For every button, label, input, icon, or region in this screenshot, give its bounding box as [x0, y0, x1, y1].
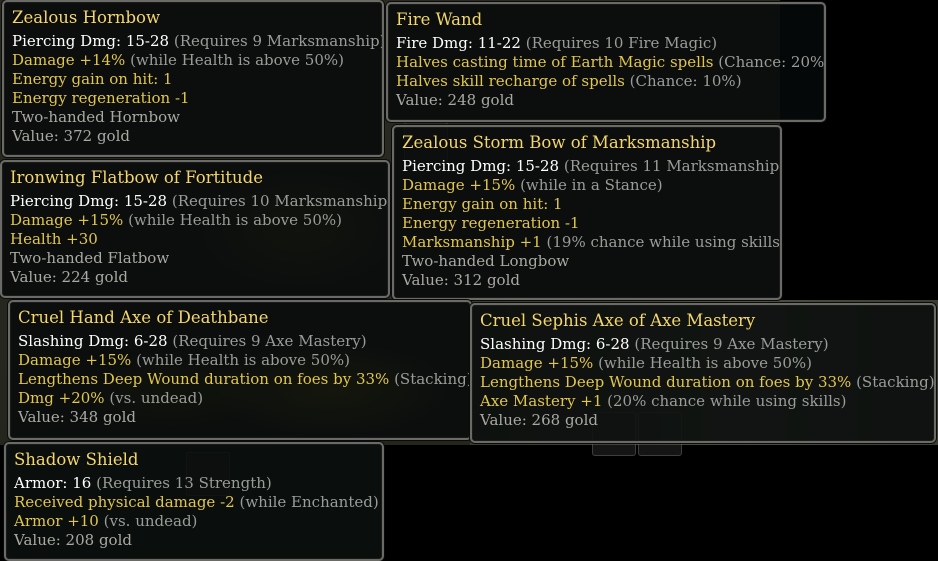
item-requirement: (Requires 9 Axe Mastery) — [634, 335, 829, 353]
item-modifier: Energy gain on hit: 1 — [12, 70, 173, 88]
item-tooltip: Cruel Hand Axe of Deathbane Slashing Dmg… — [8, 300, 472, 440]
item-name: Cruel Sephis Axe of Axe Mastery — [480, 311, 756, 330]
item-modifier: Energy gain on hit: 1 — [402, 195, 563, 213]
item-value: Value: 312 gold — [402, 271, 520, 289]
item-tooltip: Cruel Sephis Axe of Axe Mastery Slashing… — [470, 303, 936, 443]
item-base-stat: Piercing Dmg: 15-28 — [12, 32, 170, 50]
item-requirement: (Requires 9 Marksmanship) — [173, 32, 384, 50]
item-modifier: Damage +15% — [480, 354, 594, 372]
item-base-stat: Fire Dmg: 11-22 — [396, 34, 521, 52]
item-type: Two-handed Hornbow — [12, 108, 180, 126]
item-condition: (while Health is above 50%) — [128, 211, 342, 229]
item-modifier: Lengthens Deep Wound duration on foes by… — [480, 373, 852, 391]
item-tooltip: Ironwing Flatbow of Fortitude Piercing D… — [0, 160, 390, 298]
item-tooltip: Fire Wand Fire Dmg: 11-22 (Requires 10 F… — [386, 2, 826, 122]
item-condition: (while in a Stance) — [520, 176, 663, 194]
item-modifier: Dmg +20% — [18, 389, 105, 407]
item-modifier: Halves skill recharge of spells — [396, 72, 625, 90]
item-base-stat: Piercing Dmg: 15-28 — [10, 192, 168, 210]
item-modifier: Marksmanship +1 — [402, 233, 542, 251]
item-condition: (Chance: 20%) — [718, 53, 826, 71]
item-condition: (Stacking) — [394, 370, 472, 388]
item-requirement: (Requires 9 Axe Mastery) — [172, 332, 367, 350]
item-value: Value: 248 gold — [396, 91, 514, 109]
item-modifier: Halves casting time of Earth Magic spell… — [396, 53, 714, 71]
item-condition: (Stacking) — [856, 373, 935, 391]
item-modifier: Energy regeneration -1 — [402, 214, 580, 232]
item-condition: (vs. undead) — [109, 389, 204, 407]
item-modifier: Axe Mastery +1 — [480, 392, 603, 410]
item-name: Ironwing Flatbow of Fortitude — [10, 168, 264, 187]
item-base-stat: Slashing Dmg: 6-28 — [480, 335, 630, 353]
item-condition: (while Health is above 50%) — [136, 351, 350, 369]
item-type: Two-handed Flatbow — [10, 249, 170, 267]
background-void — [382, 445, 938, 561]
item-base-stat: Piercing Dmg: 15-28 — [402, 157, 560, 175]
item-modifier: Damage +14% — [12, 51, 126, 69]
item-modifier: Damage +15% — [402, 176, 516, 194]
item-requirement: (Requires 11 Marksmanship) — [563, 157, 782, 175]
item-condition: (Chance: 10%) — [629, 72, 742, 90]
item-modifier: Received physical damage -2 — [14, 493, 235, 511]
item-modifier: Damage +15% — [10, 211, 124, 229]
item-modifier: Energy regeneration -1 — [12, 89, 190, 107]
item-condition: (19% chance while using skills) — [546, 233, 782, 251]
item-condition: (while Health is above 50%) — [130, 51, 344, 69]
item-name: Fire Wand — [396, 10, 483, 29]
item-requirement: (Requires 10 Marksmanship) — [171, 192, 390, 210]
item-base-stat: Slashing Dmg: 6-28 — [18, 332, 168, 350]
item-modifier: Armor +10 — [14, 512, 99, 530]
item-tooltip: Zealous Hornbow Piercing Dmg: 15-28 (Req… — [2, 0, 384, 157]
item-condition: (vs. undead) — [103, 512, 198, 530]
item-modifier: Health +30 — [10, 230, 98, 248]
item-name: Zealous Hornbow — [12, 8, 161, 27]
item-name: Cruel Hand Axe of Deathbane — [18, 308, 269, 327]
item-condition: (20% chance while using skills) — [607, 392, 847, 410]
item-tooltip: Shadow Shield Armor: 16 (Requires 13 Str… — [4, 442, 384, 561]
item-value: Value: 372 gold — [12, 127, 130, 145]
item-value: Value: 348 gold — [18, 408, 136, 426]
item-modifier: Lengthens Deep Wound duration on foes by… — [18, 370, 390, 388]
item-modifier: Damage +15% — [18, 351, 132, 369]
item-value: Value: 208 gold — [14, 531, 132, 549]
item-condition: (while Enchanted) — [239, 493, 379, 511]
item-name: Zealous Storm Bow of Marksmanship — [402, 133, 717, 152]
item-base-stat: Armor: 16 — [14, 474, 92, 492]
item-name: Shadow Shield — [14, 450, 139, 469]
item-value: Value: 268 gold — [480, 411, 598, 429]
item-type: Two-handed Longbow — [402, 252, 570, 270]
item-value: Value: 224 gold — [10, 268, 128, 286]
item-requirement: (Requires 13 Strength) — [96, 474, 272, 492]
item-requirement: (Requires 10 Fire Magic) — [525, 34, 718, 52]
item-tooltip: Zealous Storm Bow of Marksmanship Pierci… — [392, 125, 782, 300]
item-condition: (while Health is above 50%) — [598, 354, 812, 372]
